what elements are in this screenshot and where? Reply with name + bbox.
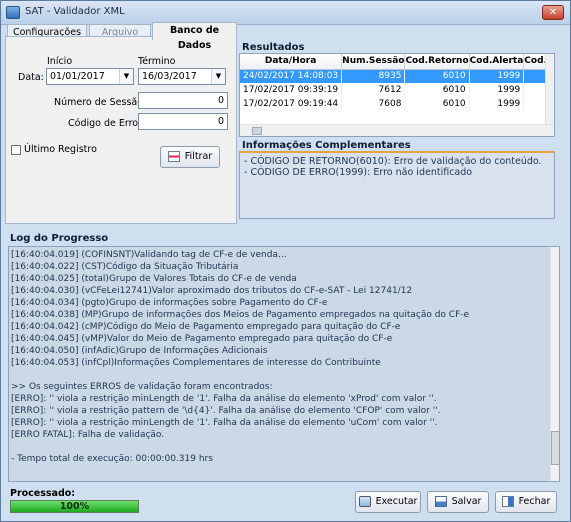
filter-panel: Início Término Data: 01/01/2017 ▼ 16/03/…	[5, 36, 237, 224]
table-row[interactable]: 17/02/2017 09:19:44 7608 6010 1999	[240, 97, 548, 111]
data-label: Data:	[18, 72, 44, 83]
close-button[interactable]: ✕	[542, 5, 564, 20]
cell-cod-alerta: 1999	[469, 97, 525, 111]
log-line: [16:40:04.042] (cMP)Código do Meio de Pa…	[11, 322, 401, 332]
cell-num-sessao: 8935	[341, 69, 406, 83]
cell-cod-retorno: 6010	[404, 83, 470, 97]
sessao-label: Número de Sessão:	[54, 97, 147, 108]
cell-cod-retorno: 6010	[404, 97, 470, 111]
salvar-label: Salvar	[451, 496, 482, 507]
cell-cod	[523, 97, 548, 111]
log-line: [16:40:04.025] (total)Grupo de Valores T…	[11, 274, 297, 284]
resultados-title: Resultados	[242, 42, 305, 53]
sessao-input[interactable]: 0	[138, 92, 228, 109]
tab-banco-de-dados[interactable]: Banco de Dados	[152, 22, 237, 51]
log-line: [16:40:04.050] (infAdic)Grupo de Informa…	[11, 346, 268, 356]
log-line: [16:40:04.038] (MP)Grupo de informações …	[11, 310, 470, 320]
app-icon	[6, 6, 20, 19]
info-title: Informações Complementares	[242, 140, 411, 151]
log-line: [ERRO FATAL]: Falha de validação.	[11, 430, 165, 440]
log-line: [16:40:04.045] (vMP)Valor do Meio de Pag…	[11, 334, 393, 344]
window-title: SAT - Validador XML	[25, 6, 125, 17]
info-box: - CÓDIGO DE RETORNO(6010): Erro de valid…	[239, 151, 555, 219]
col-cod[interactable]: Cod.	[523, 54, 548, 70]
results-horizontal-scrollbar[interactable]	[240, 124, 554, 136]
log-line: [16:40:04.053] (infCpl)Informações Compl…	[11, 358, 381, 368]
app-window: SAT - Validador XML ✕ Configurações Arqu…	[0, 0, 571, 522]
log-line: [ERRO]: '' viola a restrição pattern de …	[11, 406, 441, 416]
inicio-date-picker[interactable]: 01/01/2017 ▼	[46, 68, 134, 85]
cell-data-hora: 17/02/2017 09:39:19	[240, 83, 343, 97]
log-line: [16:40:04.022] (CST)Código da Situação T…	[11, 262, 239, 272]
col-num-sessao[interactable]: Num.Sessão	[341, 54, 406, 70]
fechar-label: Fechar	[518, 496, 551, 507]
executar-label: Executar	[375, 496, 418, 507]
chevron-down-icon[interactable]: ▼	[211, 69, 225, 84]
results-grid: Data/Hora Num.Sessão Cod.Retorno Cod.Ale…	[239, 53, 555, 137]
cell-cod-retorno: 6010	[404, 69, 470, 83]
scroll-thumb[interactable]	[551, 431, 559, 465]
log-line: [16:40:04.019] (COFINSNT)Validando tag d…	[11, 250, 287, 260]
table-row[interactable]: 17/02/2017 09:39:19 7612 6010 1999	[240, 83, 548, 97]
info-line: - CÓDIGO DE ERRO(1999): Erro não identif…	[244, 167, 473, 178]
col-cod-retorno[interactable]: Cod.Retorno	[404, 54, 470, 70]
col-cod-alerta[interactable]: Cod.Alerta	[469, 54, 525, 70]
log-title: Log do Progresso	[10, 233, 109, 244]
salvar-button[interactable]: Salvar	[427, 491, 489, 513]
processado-label: Processado:	[10, 488, 76, 499]
ultimo-registro-checkbox[interactable]	[11, 145, 21, 155]
col-data-hora[interactable]: Data/Hora	[240, 54, 343, 70]
log-line: [16:40:04.030] (vCFeLei12741)Valor aprox…	[11, 286, 413, 296]
executar-button[interactable]: Executar	[355, 491, 421, 513]
log-box: [16:40:04.019] (COFINSNT)Validando tag d…	[8, 246, 560, 482]
table-row[interactable]: 24/02/2017 14:08:03 8935 6010 1999	[240, 69, 548, 83]
info-line: - CÓDIGO DE RETORNO(6010): Erro de valid…	[244, 156, 542, 167]
title-bar: SAT - Validador XML ✕	[1, 1, 570, 25]
erro-input[interactable]: 0	[138, 113, 228, 130]
cell-cod	[523, 83, 548, 97]
cell-data-hora: 17/02/2017 09:19:44	[240, 97, 343, 111]
cell-num-sessao: 7612	[341, 83, 406, 97]
erro-label: Código de Erro:	[68, 118, 142, 129]
log-line: [ERRO]: '' viola a restrição minLength d…	[11, 394, 437, 404]
termino-label: Término	[138, 56, 176, 67]
chevron-down-icon[interactable]: ▼	[119, 69, 133, 84]
cell-data-hora: 24/02/2017 14:08:03	[240, 69, 343, 83]
scroll-thumb[interactable]	[252, 127, 262, 135]
log-line: >> Os seguintes ERROS de validação foram…	[11, 382, 273, 392]
filter-icon	[167, 151, 180, 162]
exit-icon	[501, 496, 514, 507]
ultimo-registro-label: Último Registro	[24, 144, 97, 155]
cell-cod-alerta: 1999	[469, 83, 525, 97]
cell-cod	[523, 69, 548, 83]
inicio-label: Início	[47, 56, 73, 67]
filtrar-button[interactable]: Filtrar	[160, 146, 220, 168]
progress-bar: 100%	[10, 500, 139, 513]
cell-num-sessao: 7608	[341, 97, 406, 111]
log-line: [ERRO]: '' viola a restrição minLength d…	[11, 418, 438, 428]
log-vertical-scrollbar[interactable]	[550, 247, 559, 481]
fechar-button[interactable]: Fechar	[495, 491, 557, 513]
log-line: [16:40:04.034] (pgto)Grupo de informaçõe…	[11, 298, 328, 308]
save-icon	[434, 496, 447, 507]
termino-date-value: 16/03/2017	[142, 71, 197, 82]
cell-cod-alerta: 1999	[469, 69, 525, 83]
log-line: - Tempo total de execução: 00:00:00.319 …	[11, 454, 213, 464]
termino-date-picker[interactable]: 16/03/2017 ▼	[138, 68, 226, 85]
filtrar-label: Filtrar	[184, 151, 213, 162]
run-icon	[358, 496, 371, 507]
inicio-date-value: 01/01/2017	[50, 71, 105, 82]
results-vertical-scrollbar[interactable]	[545, 54, 554, 124]
